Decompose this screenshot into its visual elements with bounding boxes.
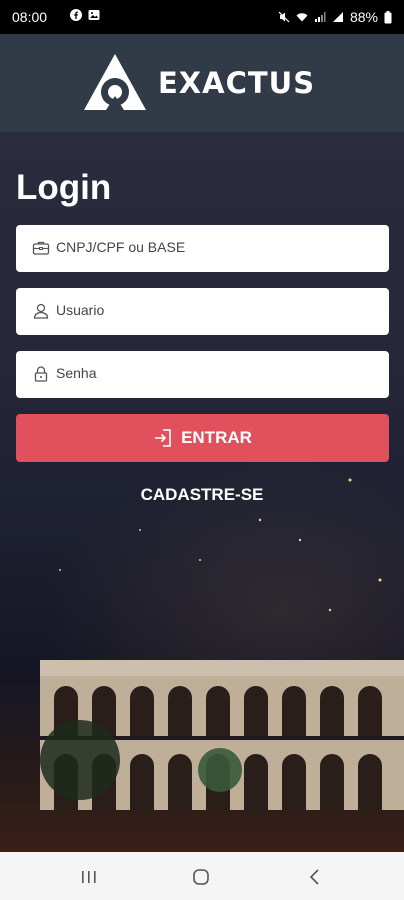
user-icon (33, 303, 49, 319)
home-icon[interactable] (192, 868, 210, 886)
facebook-icon (70, 9, 82, 21)
aqueduct-illustration (40, 660, 404, 810)
login-icon (155, 429, 171, 447)
system-nav-bar (0, 852, 404, 900)
page-title: Login (16, 168, 112, 207)
screen: 08:00 88% EXACTUS Login CNPJ/CPF ou BASE… (0, 0, 404, 900)
app-header: EXACTUS (0, 34, 404, 132)
gallery-icon (88, 10, 100, 20)
password-field[interactable]: Senha (16, 351, 389, 398)
login-button[interactable]: ENTRAR (16, 414, 389, 462)
username-placeholder: Usuario (56, 302, 105, 318)
wifi-icon (296, 13, 308, 22)
recent-apps-icon[interactable] (80, 868, 98, 886)
brand-name: EXACTUS (158, 66, 316, 100)
signal-icon (332, 12, 343, 22)
password-placeholder: Senha (56, 365, 97, 381)
status-bar: 08:00 88% (0, 0, 404, 34)
exactus-logo (84, 54, 146, 110)
register-link[interactable]: CADASTRE-SE (0, 485, 404, 505)
mute-icon (278, 11, 290, 23)
cnpj-placeholder: CNPJ/CPF ou BASE (56, 239, 186, 255)
signal-icon (314, 12, 326, 22)
battery-icon (384, 10, 392, 23)
username-field[interactable]: Usuario (16, 288, 389, 335)
status-time: 08:00 (12, 9, 48, 25)
battery-percent: 88% (349, 9, 378, 25)
cnpj-field[interactable]: CNPJ/CPF ou BASE (16, 225, 389, 272)
status-left-icons (70, 9, 100, 21)
login-button-label: ENTRAR (181, 428, 252, 447)
status-right: 88% (278, 9, 392, 25)
lock-icon (34, 366, 48, 382)
briefcase-icon (32, 241, 50, 255)
back-icon[interactable] (306, 868, 324, 886)
